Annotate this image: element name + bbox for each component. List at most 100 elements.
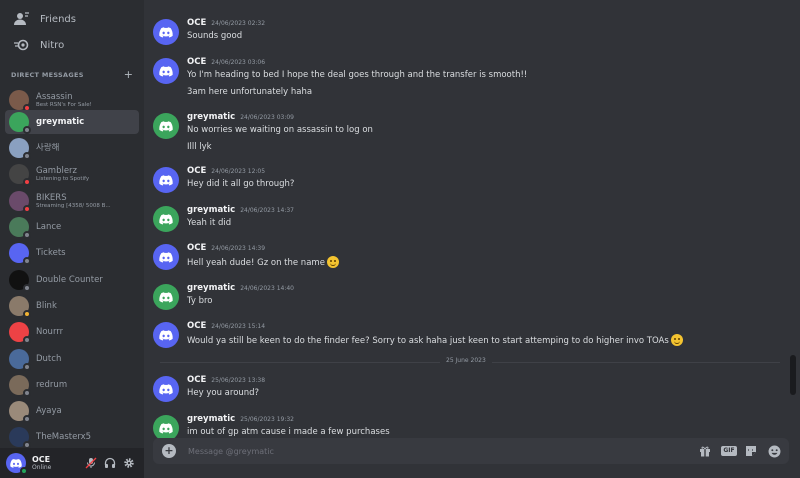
message-timestamp: 24/06/2023 15:14 bbox=[211, 323, 266, 330]
dm-name: Double Counter bbox=[36, 275, 103, 285]
headphones-icon[interactable] bbox=[103, 456, 117, 470]
dm-item[interactable]: TheMasterx5 bbox=[5, 425, 139, 449]
dm-name: Gamblerz bbox=[36, 165, 78, 176]
dm-avatar bbox=[9, 349, 31, 371]
status-dot bbox=[23, 363, 31, 371]
upload-plus-icon[interactable]: + bbox=[162, 444, 176, 458]
status-dot bbox=[23, 178, 31, 186]
message-timestamp: 24/06/2023 12:05 bbox=[211, 168, 266, 175]
message-author[interactable]: OCE 24/06/2023 14:39 bbox=[187, 243, 265, 253]
dm-avatar bbox=[9, 164, 31, 186]
dm-section-header: DIRECT MESSAGES + bbox=[11, 69, 133, 81]
message-author[interactable]: greymatic 25/06/2023 19:32 bbox=[187, 414, 294, 424]
dm-item[interactable]: Nourrr bbox=[5, 320, 139, 344]
message-avatar[interactable] bbox=[153, 113, 179, 139]
status-dot bbox=[23, 205, 31, 213]
nav-friends[interactable]: Friends bbox=[6, 7, 138, 31]
message-content: im out of gp atm cause i made a few purc… bbox=[187, 427, 390, 437]
user-status: Online bbox=[32, 463, 52, 471]
mute-microphone-icon[interactable] bbox=[84, 456, 98, 470]
message-content: 3am here unfortunately haha bbox=[187, 87, 313, 97]
status-dot bbox=[23, 152, 31, 160]
dm-name: 사랑해 bbox=[36, 143, 60, 153]
message-avatar[interactable] bbox=[153, 322, 179, 348]
message-avatar[interactable] bbox=[153, 19, 179, 45]
dm-item[interactable]: Gamblerz Listening to Spotify bbox=[5, 162, 139, 186]
message-avatar[interactable] bbox=[153, 167, 179, 193]
dm-item[interactable]: Tickets bbox=[5, 241, 139, 265]
create-dm-plus-icon[interactable]: + bbox=[124, 69, 133, 80]
nav-nitro[interactable]: Nitro bbox=[6, 33, 138, 57]
dm-name: redrum bbox=[36, 380, 68, 390]
gift-icon[interactable] bbox=[698, 444, 712, 458]
message-content: Hey you around? bbox=[187, 388, 260, 398]
chat-scrollbar[interactable] bbox=[790, 355, 796, 395]
message-avatar[interactable] bbox=[153, 284, 179, 310]
user-avatar[interactable] bbox=[6, 453, 28, 475]
emoji-icon bbox=[670, 334, 683, 346]
status-dot bbox=[23, 389, 31, 397]
message-author[interactable]: OCE 25/06/2023 13:38 bbox=[187, 375, 265, 385]
dm-name: Blink bbox=[36, 301, 57, 311]
dm-avatar bbox=[9, 217, 31, 239]
emoji-picker-icon[interactable] bbox=[767, 444, 781, 458]
dm-activity: Streaming [4358/ 5008 B... bbox=[36, 202, 111, 209]
dm-item[interactable]: Ayaya bbox=[5, 399, 139, 423]
status-dot bbox=[23, 126, 31, 134]
dm-avatar bbox=[9, 322, 31, 344]
dm-item[interactable]: Lance bbox=[5, 215, 139, 239]
dm-item[interactable]: Dutch bbox=[5, 347, 139, 371]
dm-avatar bbox=[9, 270, 31, 292]
status-dot bbox=[23, 284, 31, 292]
dm-avatar bbox=[9, 427, 31, 449]
status-dot bbox=[23, 310, 31, 318]
status-dot bbox=[23, 231, 31, 239]
dm-name: Nourrr bbox=[36, 327, 64, 337]
message-content: Hell yeah dude! Gz on the name bbox=[187, 256, 339, 268]
message-content: No worries we waiting on assassin to log… bbox=[187, 125, 373, 135]
message-author[interactable]: greymatic 24/06/2023 03:09 bbox=[187, 112, 294, 122]
dm-activity: Listening to Spotify bbox=[36, 175, 90, 182]
user-panel: OCE Online bbox=[0, 448, 144, 478]
message-author[interactable]: greymatic 24/06/2023 14:40 bbox=[187, 283, 294, 293]
dm-avatar bbox=[9, 375, 31, 397]
message-avatar[interactable] bbox=[153, 206, 179, 232]
message-composer: + GIF bbox=[153, 438, 789, 464]
nav-nitro-label: Nitro bbox=[40, 39, 65, 51]
nav-friends-label: Friends bbox=[40, 13, 76, 25]
dm-item[interactable]: Double Counter bbox=[5, 268, 139, 292]
settings-gear-icon[interactable] bbox=[122, 456, 136, 470]
sticker-icon[interactable] bbox=[744, 444, 758, 458]
message-input[interactable] bbox=[188, 446, 668, 456]
dm-name: greymatic bbox=[36, 117, 85, 127]
message-avatar[interactable] bbox=[153, 376, 179, 402]
message-content: Ty bro bbox=[187, 296, 213, 306]
dm-avatar bbox=[9, 243, 31, 265]
dm-item[interactable]: redrum bbox=[5, 373, 139, 397]
user-name: OCE bbox=[32, 454, 51, 464]
message-author[interactable]: OCE 24/06/2023 02:32 bbox=[187, 18, 265, 28]
message-author[interactable]: OCE 24/06/2023 15:14 bbox=[187, 321, 265, 331]
dm-item[interactable]: greymatic bbox=[5, 110, 139, 134]
message-content: Would ya still be keen to do the finder … bbox=[187, 334, 683, 346]
message-timestamp: 24/06/2023 14:40 bbox=[240, 285, 294, 292]
dm-item[interactable]: BIKERS Streaming [4358/ 5008 B... bbox=[5, 189, 139, 213]
dm-header-label: DIRECT MESSAGES bbox=[11, 71, 84, 79]
message-content: Hey did it all go through? bbox=[187, 179, 295, 189]
message-timestamp: 24/06/2023 03:06 bbox=[211, 59, 266, 66]
message-author[interactable]: OCE 24/06/2023 12:05 bbox=[187, 166, 265, 176]
dm-avatar bbox=[9, 191, 31, 213]
gif-picker-button[interactable]: GIF bbox=[721, 444, 737, 458]
dm-item[interactable]: Blink bbox=[5, 294, 139, 318]
message-avatar[interactable] bbox=[153, 244, 179, 270]
message-author[interactable]: greymatic 24/06/2023 14:37 bbox=[187, 205, 294, 215]
message-content: Illl lyk bbox=[187, 142, 212, 152]
message-author[interactable]: OCE 24/06/2023 03:06 bbox=[187, 57, 265, 67]
status-dot bbox=[23, 336, 31, 344]
dm-item[interactable]: Assassin Best RSN's For Sale! bbox=[5, 88, 139, 112]
dm-item[interactable]: 사랑해 bbox=[5, 136, 139, 160]
message-avatar[interactable] bbox=[153, 58, 179, 84]
online-status-dot bbox=[20, 467, 28, 475]
message-timestamp: 24/06/2023 14:39 bbox=[211, 245, 266, 252]
friends-icon bbox=[12, 9, 32, 29]
